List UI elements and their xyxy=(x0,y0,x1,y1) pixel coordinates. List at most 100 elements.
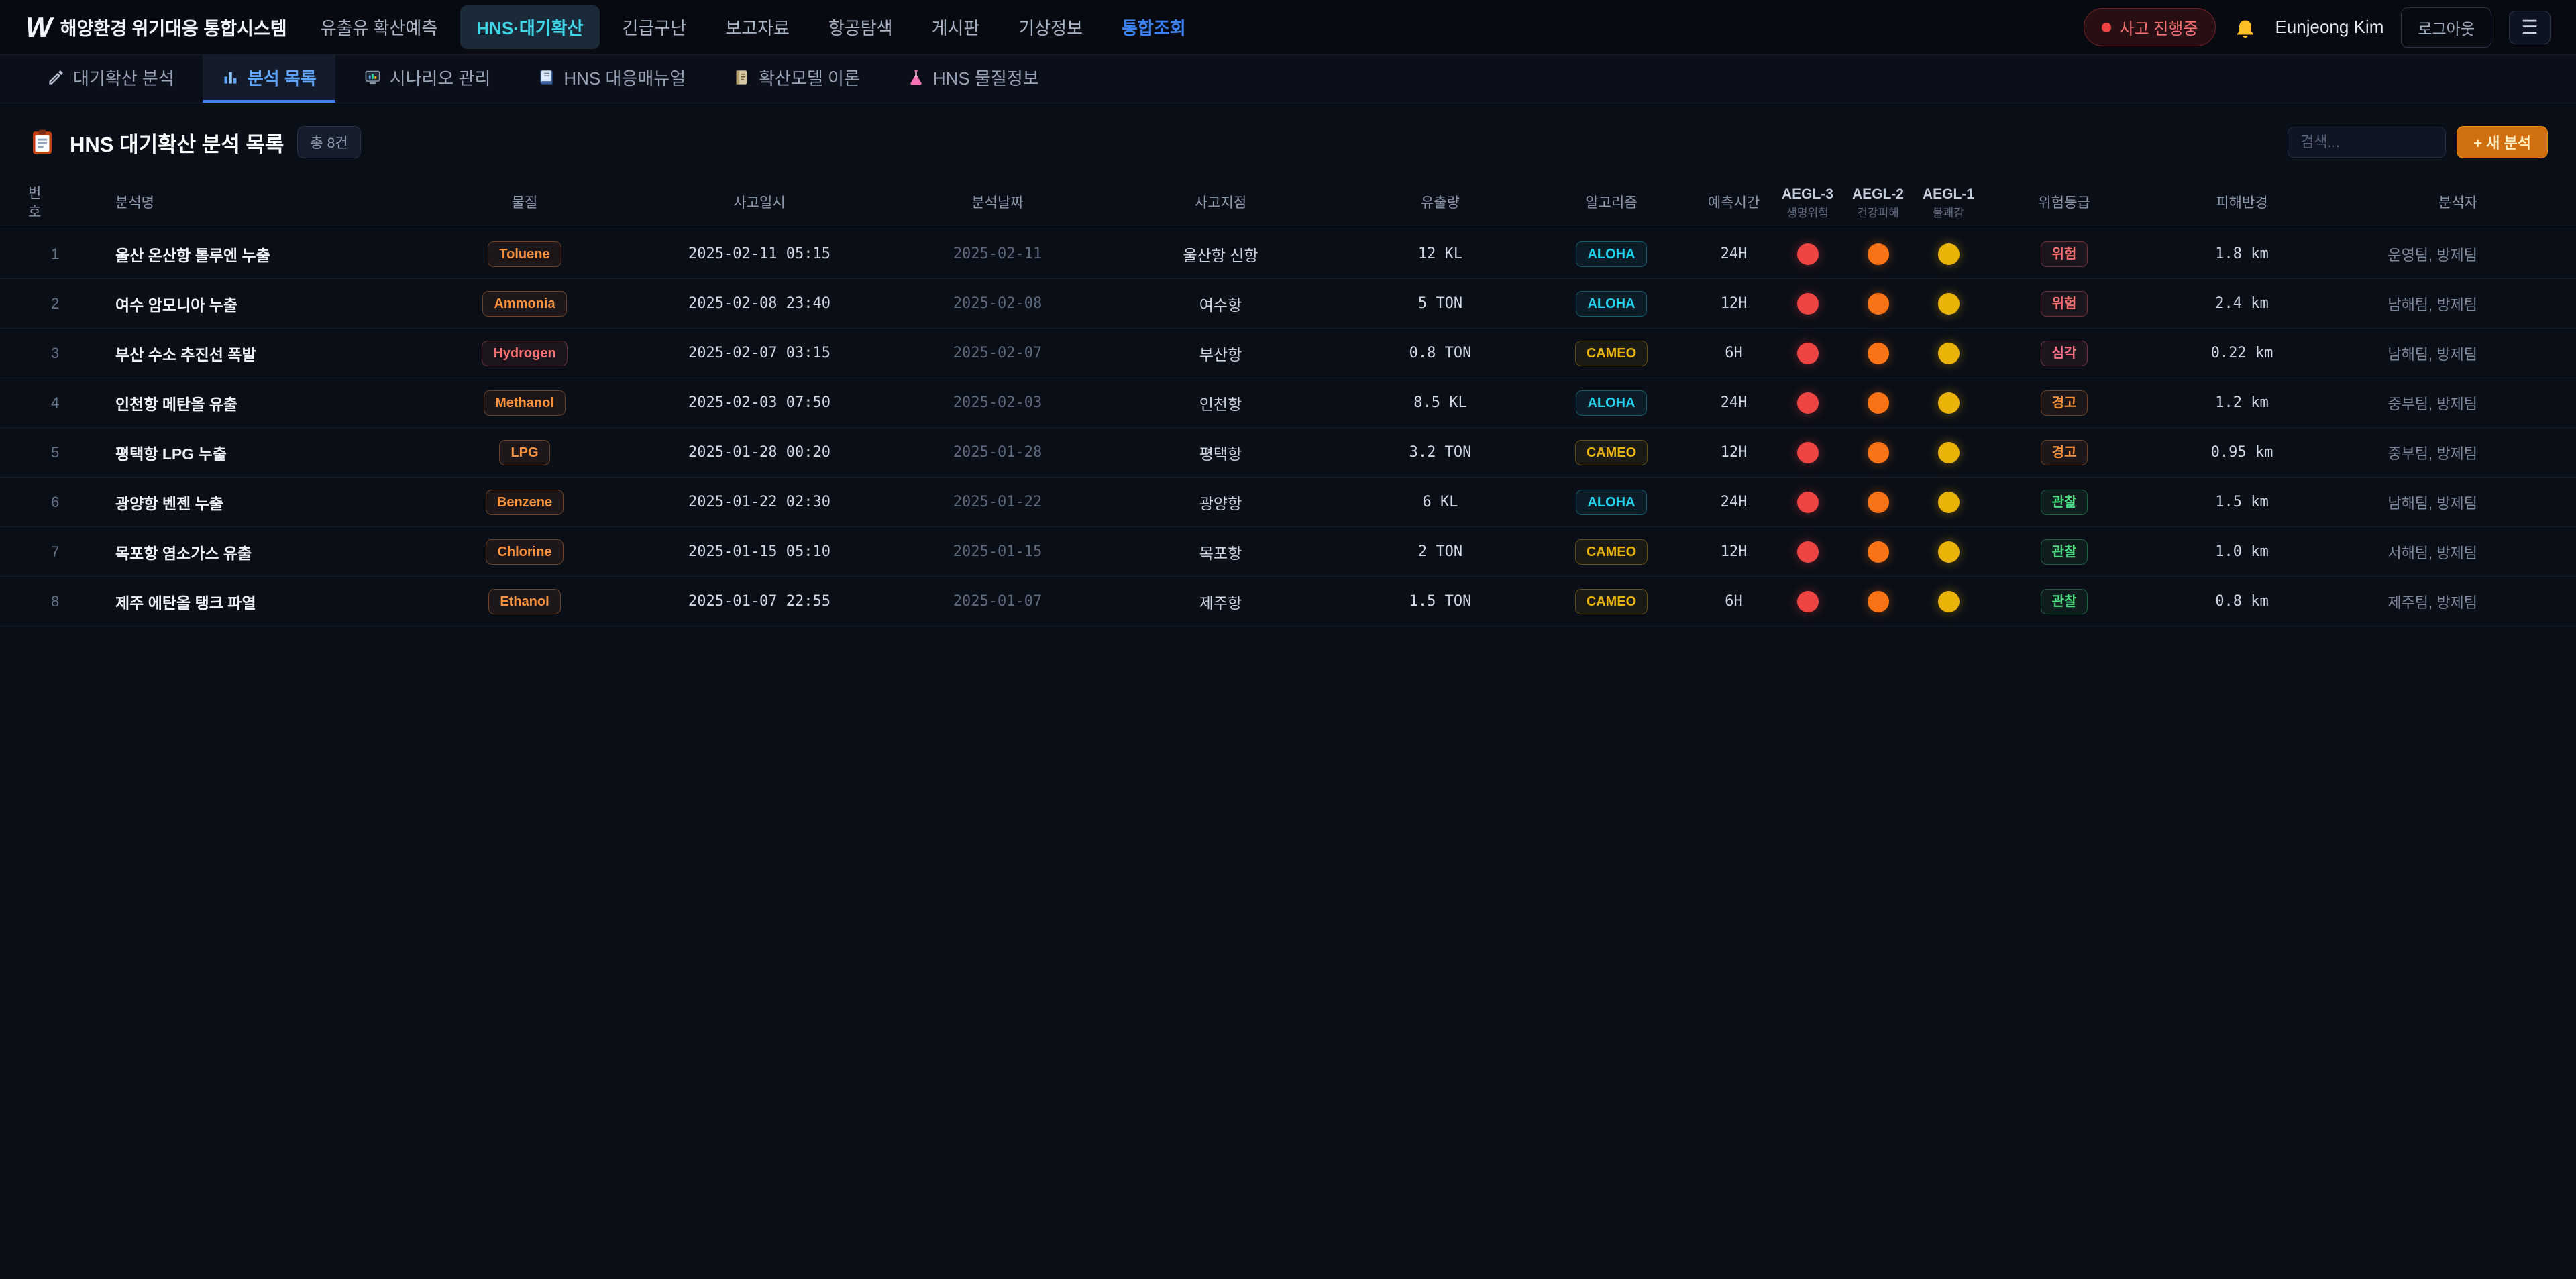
analyst: 남해팀, 방제팀 xyxy=(2339,343,2548,364)
incident-status-label: 사고 진행중 xyxy=(2119,15,2198,39)
aegl3-indicator xyxy=(1797,293,1819,315)
substance-badge: LPG xyxy=(499,440,549,465)
tab-dispersion-analysis[interactable]: 대기확산 분석 xyxy=(28,55,193,103)
analysis-name: 목포항 염소가스 유출 xyxy=(115,541,437,563)
hamburger-menu-button[interactable]: ☰ xyxy=(2509,11,2551,44)
chart-icon xyxy=(221,68,239,87)
col-header-radius: 피해반경 xyxy=(2145,194,2339,212)
analyst: 중부팀, 방제팀 xyxy=(2339,392,2548,414)
table-row[interactable]: 6 광양항 벤젠 누출 Benzene 2025-01-22 02:30 202… xyxy=(0,478,2576,527)
nav-emergency-rescue[interactable]: 긴급구난 xyxy=(606,5,703,49)
model-badge: CAMEO xyxy=(1575,589,1648,614)
aegl3-indicator xyxy=(1797,243,1819,265)
spill-amount: 5 TON xyxy=(1353,295,1527,312)
forecast-duration: 24H xyxy=(1695,494,1772,510)
model-badge: ALOHA xyxy=(1576,291,1646,317)
table-row[interactable]: 5 평택항 LPG 누출 LPG 2025-01-28 00:20 2025-0… xyxy=(0,428,2576,478)
tab-label: HNS 물질정보 xyxy=(933,65,1039,90)
damage-radius: 0.95 km xyxy=(2145,444,2339,461)
new-analysis-button[interactable]: + 새 분석 xyxy=(2457,126,2548,158)
table-row[interactable]: 7 목포항 염소가스 유출 Chlorine 2025-01-15 05:10 … xyxy=(0,527,2576,577)
table-row[interactable]: 4 인천항 메탄올 유출 Methanol 2025-02-03 07:50 2… xyxy=(0,378,2576,428)
col-header-no: 번호 xyxy=(28,184,51,221)
grade-badge: 관찰 xyxy=(2041,539,2088,565)
damage-radius: 1.2 km xyxy=(2145,394,2339,411)
incident-status-badge[interactable]: 사고 진행중 xyxy=(2084,8,2216,46)
aegl1-indicator xyxy=(1938,442,1960,463)
col-header-location: 사고지점 xyxy=(1088,194,1353,212)
page-head-right: + 새 분석 xyxy=(2288,126,2548,158)
forecast-duration: 6H xyxy=(1695,345,1772,362)
forecast-duration: 12H xyxy=(1695,295,1772,312)
incident-location: 광양항 xyxy=(1088,491,1353,514)
table-body: 1 울산 온산항 톨루엔 누출 Toluene 2025-02-11 05:15… xyxy=(0,229,2576,626)
aegl1-indicator xyxy=(1938,591,1960,612)
tab-analysis-list[interactable]: 분석 목록 xyxy=(203,55,335,103)
model-badge: ALOHA xyxy=(1576,490,1646,515)
analysis-date: 2025-01-07 xyxy=(907,593,1088,610)
analyst: 중부팀, 방제팀 xyxy=(2339,442,2548,463)
nav-weather-info[interactable]: 기상정보 xyxy=(1002,5,1099,49)
nav-aerial-search[interactable]: 항공탐색 xyxy=(812,5,909,49)
incident-datetime: 2025-01-22 02:30 xyxy=(612,494,907,510)
aegl1-indicator xyxy=(1938,293,1960,315)
analysis-date: 2025-02-07 xyxy=(907,345,1088,362)
incident-location: 목포항 xyxy=(1088,541,1353,563)
aegl3-indicator xyxy=(1797,343,1819,364)
grade-badge: 경고 xyxy=(2041,390,2088,416)
nav-integrated-search[interactable]: 통합조회 xyxy=(1106,5,1202,49)
aegl2-indicator xyxy=(1868,343,1889,364)
logout-button[interactable]: 로그아웃 xyxy=(2401,7,2491,48)
analysis-name: 평택항 LPG 누출 xyxy=(115,441,437,464)
table-header: 번호 분석명 물질 사고일시 분석날짜 사고지점 유출량 알고리즘 예측시간 A… xyxy=(0,177,2576,229)
analysis-name: 제주 에탄올 탱크 파열 xyxy=(115,590,437,613)
nav-hns-dispersion[interactable]: HNS·대기확산 xyxy=(460,5,599,49)
tab-hns-manual[interactable]: HNS 대응매뉴얼 xyxy=(519,55,704,103)
grade-badge: 경고 xyxy=(2041,440,2088,465)
analyst: 제주팀, 방제팀 xyxy=(2339,591,2548,612)
substance-badge: Toluene xyxy=(488,241,561,267)
analyst: 남해팀, 방제팀 xyxy=(2339,293,2548,315)
bell-icon[interactable] xyxy=(2233,15,2257,40)
nav-reports[interactable]: 보고자료 xyxy=(709,5,806,49)
col-header-aegl1: AEGL-1 불쾌감 xyxy=(1913,185,1984,221)
tab-hns-substance-info[interactable]: HNS 물질정보 xyxy=(888,55,1058,103)
tab-scenario-management[interactable]: 시나리오 관리 xyxy=(345,55,510,103)
substance-badge: Methanol xyxy=(484,390,566,416)
aegl1-indicator xyxy=(1938,492,1960,513)
analysis-name: 인천항 메탄올 유출 xyxy=(115,392,437,414)
table-row[interactable]: 8 제주 에탄올 탱크 파열 Ethanol 2025-01-07 22:55 … xyxy=(0,577,2576,626)
logo[interactable]: W 해양환경 위기대응 통합시스템 xyxy=(25,11,287,44)
nav-oil-spill-prediction[interactable]: 유출유 확산예측 xyxy=(305,5,454,49)
table-row[interactable]: 2 여수 암모니아 누출 Ammonia 2025-02-08 23:40 20… xyxy=(0,279,2576,329)
col-header-analyst: 분석자 xyxy=(2339,194,2548,212)
incident-datetime: 2025-01-15 05:10 xyxy=(612,543,907,560)
model-badge: CAMEO xyxy=(1575,440,1648,465)
analysis-date: 2025-01-15 xyxy=(907,543,1088,560)
search-input[interactable] xyxy=(2288,127,2446,158)
aegl1-indicator xyxy=(1938,343,1960,364)
substance-badge: Ethanol xyxy=(488,589,560,614)
tab-dispersion-theory[interactable]: 확산모델 이론 xyxy=(714,55,879,103)
row-number: 1 xyxy=(28,245,115,263)
col-header-duration: 예측시간 xyxy=(1695,194,1772,212)
analysis-date: 2025-01-22 xyxy=(907,494,1088,510)
aegl2-indicator xyxy=(1868,591,1889,612)
nav-board[interactable]: 게시판 xyxy=(916,5,996,49)
col-header-incident-datetime: 사고일시 xyxy=(612,194,907,212)
topbar: W 해양환경 위기대응 통합시스템 유출유 확산예측HNS·대기확산긴급구난보고… xyxy=(0,0,2576,55)
incident-datetime: 2025-02-03 07:50 xyxy=(612,394,907,411)
logo-icon: W xyxy=(25,11,51,44)
spill-amount: 0.8 TON xyxy=(1353,345,1527,362)
total-count-badge: 총 8건 xyxy=(297,126,360,158)
aegl2-indicator xyxy=(1868,541,1889,563)
table-row[interactable]: 3 부산 수소 추진선 폭발 Hydrogen 2025-02-07 03:15… xyxy=(0,329,2576,378)
aegl2-indicator xyxy=(1868,243,1889,265)
substance-badge: Chlorine xyxy=(486,539,563,565)
table-row[interactable]: 1 울산 온산항 톨루엔 누출 Toluene 2025-02-11 05:15… xyxy=(0,229,2576,279)
model-badge: ALOHA xyxy=(1576,390,1646,416)
aegl2-indicator xyxy=(1868,442,1889,463)
incident-datetime: 2025-02-07 03:15 xyxy=(612,345,907,362)
aegl2-indicator xyxy=(1868,293,1889,315)
col-header-amount: 유출량 xyxy=(1353,194,1527,212)
